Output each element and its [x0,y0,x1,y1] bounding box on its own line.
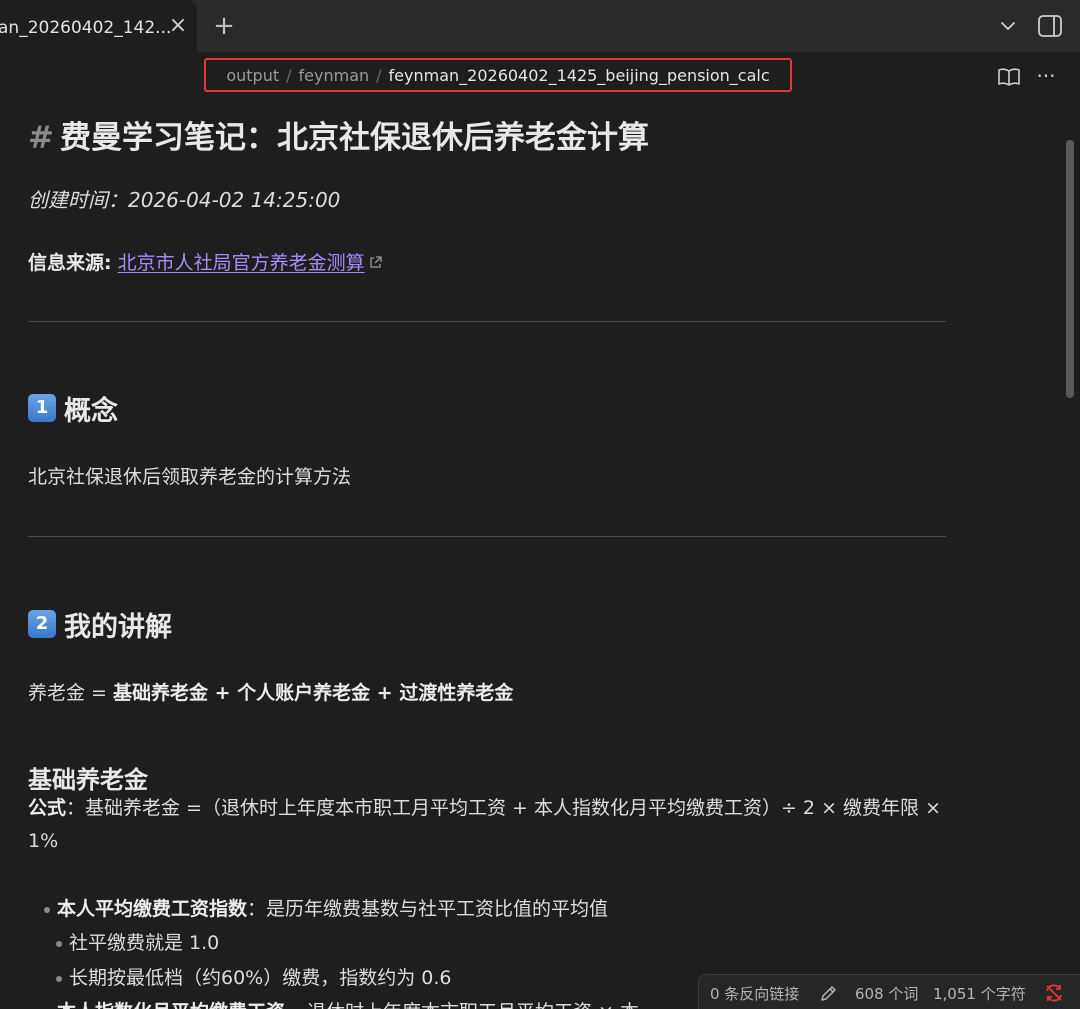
status-bar: 0 条反向链接 608 个词 1,051 个字符 [698,974,1080,1009]
page-title: # 费曼学习笔记：北京社保退休后养老金计算 [28,112,649,156]
keycap-two-icon: 2 [28,610,56,638]
tab-title: an_20260402_142... [0,18,172,38]
page-title-text: 费曼学习笔记：北京社保退休后养老金计算 [59,120,649,156]
formula-text: ：基础养老金 =（退休时上年度本市职工月平均工资 + 本人指数化月平均缴费工资）… [28,797,941,852]
list-item: 本人平均缴费工资指数：是历年缴费基数与社平工资比值的平均值 [44,894,608,921]
book-open-icon[interactable] [997,66,1021,88]
list-item: 长期按最低档（约60%）缴费，指数约为 0.6 [56,963,452,990]
character-count: 1,051 个字符 [933,985,1026,1003]
equation-plus: + [370,682,400,704]
breadcrumb-separator: / [286,65,292,85]
breadcrumb-separator: / [376,65,382,85]
section-title: 我的讲解 [64,611,172,643]
pension-equation: 养老金 = 基础养老金 + 个人账户养老金 + 过渡性养老金 [28,678,513,705]
sync-error-icon[interactable] [1043,982,1065,1004]
divider [28,536,946,537]
equation-term: 个人账户养老金 [237,682,371,704]
bullet [56,940,62,947]
list-item-bold: 本人指数化月平均缴费工资 [57,1001,285,1009]
keycap-one-icon: 1 [28,394,56,422]
divider [28,321,946,322]
chevron-down-icon[interactable] [998,16,1018,36]
list-item-text: 社平缴费就是 1.0 [69,932,220,954]
formula-label: 公式 [28,797,67,819]
heading-hash: # [28,120,54,156]
obsidian-window: an_20260402_142... × + output / feynman … [0,0,1080,1009]
equation-lead: 养老金 = [28,682,113,704]
tab-active[interactable]: an_20260402_142... × [0,0,197,52]
scrollbar[interactable] [1060,102,1080,1009]
source-link[interactable]: 北京市人社局官方养老金测算 [118,252,365,274]
source-label: 信息来源: [28,252,112,274]
breadcrumb-item-output[interactable]: output [226,66,279,85]
section-title: 概念 [64,395,118,427]
section-heading-1: 1 概念 [28,390,118,427]
external-link-icon [370,256,382,268]
bullet [56,975,62,982]
more-options-icon[interactable]: ··· [1034,64,1058,88]
list-item-text: = 退休时上年度本市职工月平均工资 × 本 [285,1001,639,1009]
sub-heading: 基础养老金 [28,766,148,794]
list-item-text: ：是历年缴费基数与社平工资比值的平均值 [247,898,609,920]
view-header: output / feynman / feynman_20260402_1425… [0,52,1080,102]
note-content: # 费曼学习笔记：北京社保退休后养老金计算 创建时间：2026-04-02 14:… [0,102,1060,1009]
section-heading-2: 2 我的讲解 [28,606,172,643]
word-count: 608 个词 [855,985,919,1003]
list-item-text: 长期按最低档（约60%）缴费，指数约为 0.6 [69,967,452,989]
breadcrumb-current-file[interactable]: feynman_20260402_1425_beijing_pension_ca… [389,66,770,85]
equation-plus: + [208,682,238,704]
equation-term: 基础养老金 [113,682,209,704]
sidebar-toggle-icon[interactable] [1036,12,1064,40]
backlinks-count[interactable]: 0 条反向链接 [710,983,799,1004]
source-line: 信息来源: 北京市人社局官方养老金测算 [28,248,383,275]
scrollbar-thumb[interactable] [1066,140,1074,398]
list-item: 社平缴费就是 1.0 [56,928,219,955]
new-tab-button[interactable]: + [212,12,236,40]
breadcrumb-item-feynman[interactable]: feynman [299,66,370,85]
concept-text: 北京社保退休后领取养老金的计算方法 [28,466,352,488]
created-time: 创建时间：2026-04-02 14:25:00 [28,188,341,212]
breadcrumb: output / feynman / feynman_20260402_1425… [204,58,792,92]
pencil-icon[interactable] [819,983,839,1003]
bullet [44,906,50,913]
tab-bar: an_20260402_142... × + [0,0,1080,52]
close-icon[interactable]: × [168,14,188,38]
list-item-bold: 本人平均缴费工资指数 [57,898,248,920]
formula-paragraph: 公式：基础养老金 =（退休时上年度本市职工月平均工资 + 本人指数化月平均缴费工… [28,792,946,858]
list-item: 本人指数化月平均缴费工资= 退休时上年度本市职工月平均工资 × 本 [44,997,639,1009]
equation-term: 过渡性养老金 [399,682,514,704]
